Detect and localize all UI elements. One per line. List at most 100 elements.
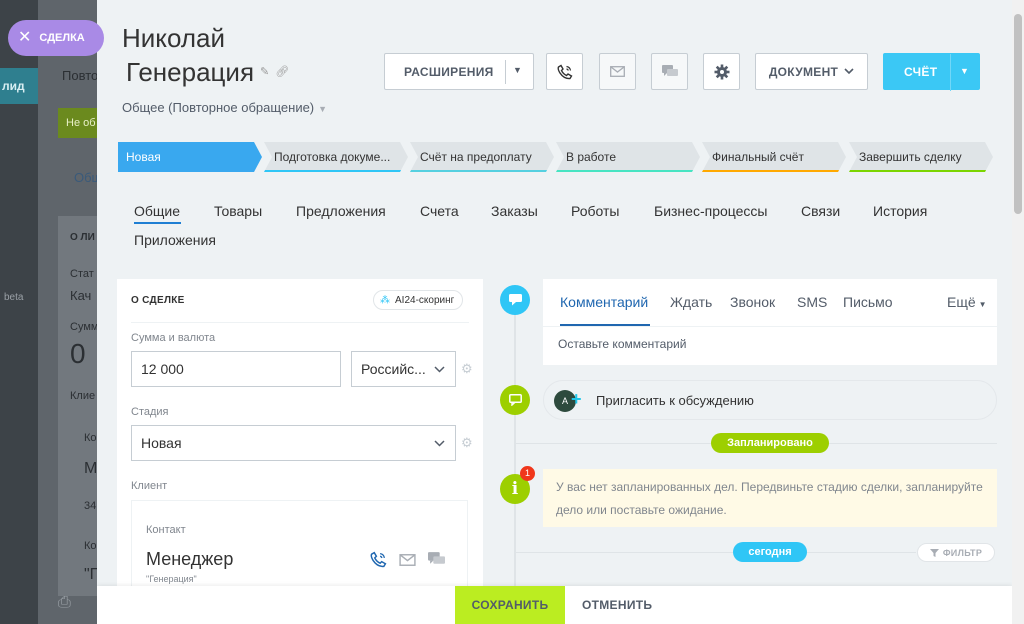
link-icon[interactable]: 🔗︎ — [275, 56, 289, 88]
contact-name[interactable]: Менеджер — [146, 549, 233, 570]
ai-scoring-button[interactable]: ⁂ AI24-скоринг — [373, 290, 464, 310]
divider — [516, 552, 916, 553]
tab-comment[interactable]: Комментарий — [560, 294, 648, 310]
stage-label: Новая — [126, 150, 161, 164]
document-button[interactable]: ДОКУМЕНТ — [755, 53, 868, 90]
more-label: Ещё — [947, 294, 976, 310]
gear-icon[interactable]: ⚙ — [461, 435, 473, 451]
stage-label: Финальный счёт — [712, 150, 804, 164]
background-text: М — [84, 460, 98, 477]
stage-6[interactable]: Завершить сделку — [849, 142, 993, 172]
scrollbar[interactable] — [1012, 0, 1024, 624]
background-text: 0 — [70, 338, 86, 369]
gear-icon[interactable]: ⚙ — [461, 361, 473, 377]
chat-bubble-icon — [508, 394, 522, 406]
tab-products[interactable]: Товары — [214, 203, 262, 219]
chat-timeline-icon — [500, 385, 530, 415]
stage-value: Новая — [141, 435, 182, 451]
stage-progress-bar: Новая Подготовка докуме... Счёт на предопл… — [118, 142, 998, 174]
chevron-down-icon[interactable]: ▼ — [513, 65, 522, 75]
document-label: ДОКУМЕНТ — [768, 64, 839, 79]
stage-3[interactable]: Счёт на предоплату — [410, 142, 554, 172]
currency-value: Российс... — [361, 361, 426, 377]
amount-label: Сумма и валюта — [131, 332, 216, 344]
tab-invoices[interactable]: Счета — [420, 203, 459, 219]
edit-title-icon[interactable]: ✎ — [260, 56, 269, 88]
deal-title-line2: Генерация ✎ 🔗︎ — [126, 56, 289, 88]
background-green-button: Не об — [58, 108, 98, 138]
email-button[interactable] — [599, 53, 636, 90]
invoice-button[interactable]: СЧЁТ ▼ — [883, 53, 980, 91]
planned-section-badge: Запланировано — [711, 433, 829, 453]
button-divider — [505, 60, 506, 84]
currency-select[interactable]: Российс... — [351, 351, 456, 387]
deal-card-heading: О СДЕЛКЕ — [131, 295, 185, 306]
save-button[interactable]: СОХРАНИТЬ — [455, 586, 565, 624]
call-button[interactable] — [546, 53, 583, 90]
more-tabs-button[interactable]: Ещё ▼ — [947, 294, 987, 310]
chevron-down-icon[interactable]: ▼ — [960, 66, 969, 76]
mail-icon — [610, 66, 625, 77]
stage-1[interactable]: Новая — [118, 142, 262, 172]
cancel-button[interactable]: ОТМЕНИТЬ — [582, 598, 652, 612]
tab-history[interactable]: История — [873, 203, 927, 219]
settings-button[interactable] — [703, 53, 740, 90]
amount-input[interactable]: 12 000 — [131, 351, 341, 387]
deal-title-line1: Николай — [122, 23, 226, 53]
client-label: Клиент — [131, 480, 168, 492]
stage-2[interactable]: Подготовка докуме... — [264, 142, 408, 172]
tab-email[interactable]: Письмо — [843, 294, 893, 310]
tab-wait[interactable]: Ждать — [670, 294, 712, 310]
chat-button[interactable] — [651, 53, 688, 90]
contact-actions — [370, 551, 445, 568]
stage-select[interactable]: Новая — [131, 425, 456, 461]
background-text: Ко — [84, 432, 97, 444]
invite-label: Пригласить к обсуждению — [596, 393, 754, 408]
phone-icon[interactable] — [370, 551, 387, 568]
comment-input[interactable]: Оставьте комментарий — [558, 337, 686, 351]
plus-icon: + — [571, 389, 582, 409]
close-deal-tab[interactable]: ✕ СДЕЛКА — [8, 20, 104, 56]
background-text: Сумм — [70, 321, 99, 333]
tab-offers[interactable]: Предложения — [296, 203, 386, 219]
background-lid-item: лид — [0, 68, 38, 104]
chat-icon[interactable] — [428, 552, 445, 566]
tab-sms[interactable]: SMS — [797, 294, 827, 310]
ai-scoring-label: AI24-скоринг — [395, 294, 455, 306]
chevron-down-icon: ▼ — [318, 104, 328, 114]
deal-info-card: О СДЕЛКЕ ⁂ AI24-скоринг Сумма и валюта 1… — [117, 279, 483, 624]
background-text: О ЛИ — [70, 232, 95, 243]
stage-4[interactable]: В работе — [556, 142, 700, 172]
invite-to-discussion-button[interactable]: A + Пригласить к обсуждению — [543, 380, 997, 420]
chevron-down-icon — [434, 366, 445, 373]
stage-label: Стадия — [131, 406, 169, 418]
timeline-line — [514, 296, 516, 624]
no-planned-tasks-notice: У вас нет запланированных дел. Передвинь… — [543, 469, 997, 527]
background-text: Клие — [70, 390, 96, 402]
filter-button[interactable]: ФИЛЬТР — [917, 543, 995, 562]
stage-5[interactable]: Финальный счёт — [702, 142, 846, 172]
stage-label: Подготовка докуме... — [274, 150, 391, 164]
tab-robots[interactable]: Роботы — [571, 203, 619, 219]
comment-timeline-icon — [500, 285, 530, 315]
bottom-action-bar: СОХРАНИТЬ ОТМЕНИТЬ — [97, 586, 1012, 624]
contact-label: Контакт — [146, 524, 186, 536]
tab-orders[interactable]: Заказы — [491, 203, 538, 219]
deal-category-select[interactable]: Общее (Повторное обращение) ▼ — [122, 100, 327, 115]
tab-general[interactable]: Общие — [134, 203, 180, 219]
divider — [131, 322, 469, 323]
stage-color-bar — [410, 170, 554, 172]
filter-icon — [929, 548, 939, 557]
extensions-button[interactable]: РАСШИРЕНИЯ ▼ — [384, 53, 534, 90]
scrollbar-thumb[interactable] — [1014, 14, 1022, 214]
phone-icon — [557, 64, 572, 79]
stage-label: В работе — [566, 150, 617, 164]
gear-icon — [714, 64, 729, 79]
invoice-label: СЧЁТ — [904, 65, 938, 79]
tab-business-processes[interactable]: Бизнес-процессы — [654, 203, 767, 219]
mail-icon[interactable] — [399, 554, 416, 566]
tab-call[interactable]: Звонок — [730, 294, 775, 310]
tab-applications[interactable]: Приложения — [134, 232, 216, 248]
tab-relations[interactable]: Связи — [801, 203, 840, 219]
background-text: Кач — [70, 288, 92, 303]
